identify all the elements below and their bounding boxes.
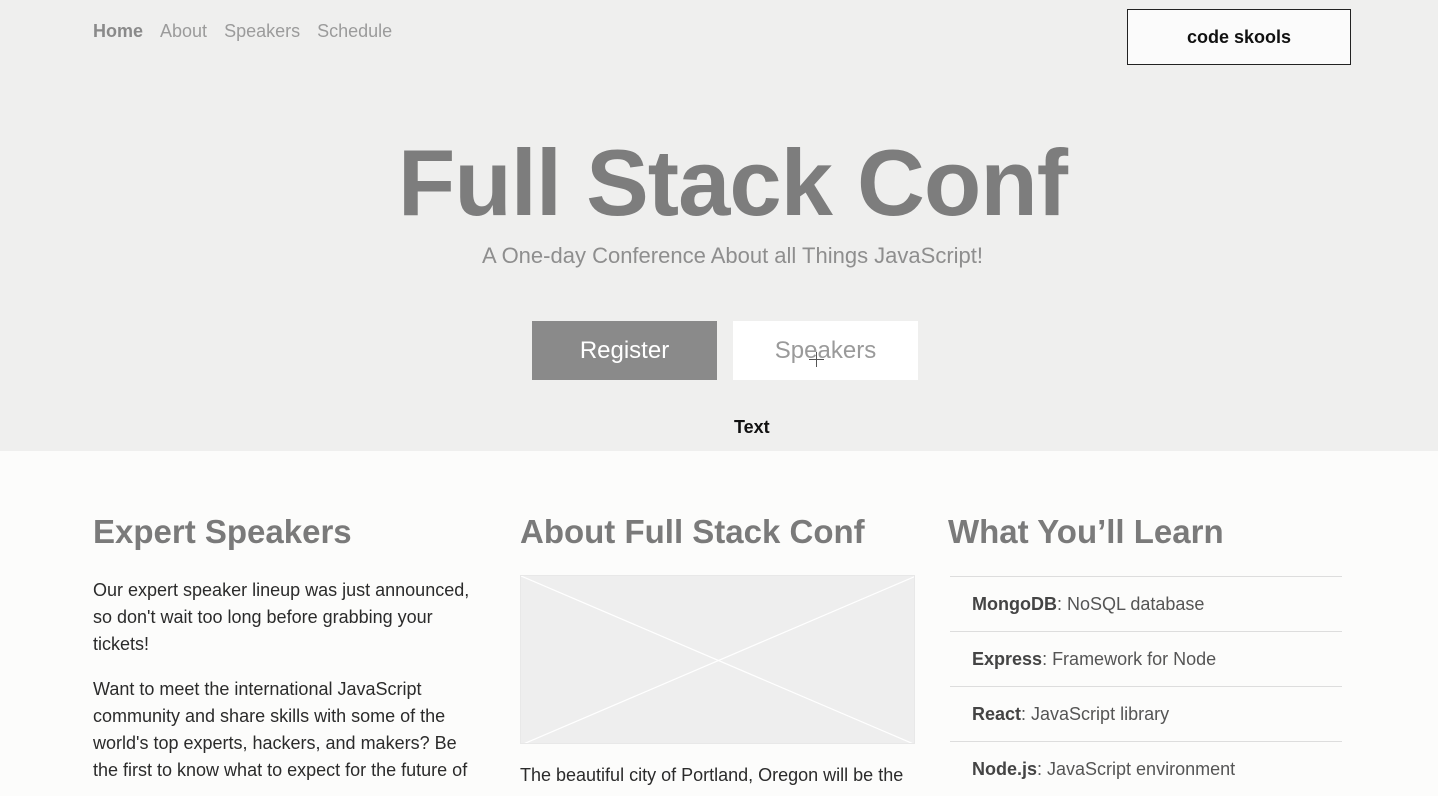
speakers-paragraph-2: Want to meet the international JavaScrip… (93, 679, 468, 780)
nav-schedule[interactable]: Schedule (317, 20, 392, 42)
list-item-desc: : JavaScript library (1021, 703, 1170, 724)
placeholder-cross-icon (521, 576, 914, 743)
list-item-desc: : Framework for Node (1042, 648, 1217, 669)
hero-text-placeholder: Text (734, 417, 770, 437)
learn-list: MongoDB: NoSQL database Express: Framewo… (950, 576, 1342, 796)
nav-home[interactable]: Home (93, 20, 143, 42)
list-item: MongoDB: NoSQL database (950, 576, 1342, 631)
cursor-crosshair-icon (809, 352, 824, 367)
learn-heading: What You’ll Learn (948, 513, 1224, 550)
about-heading: About Full Stack Conf (520, 513, 865, 550)
list-item-name: MongoDB (972, 593, 1057, 614)
expert-speakers-heading: Expert Speakers (93, 513, 352, 550)
speakers-button[interactable]: Speakers (733, 321, 918, 380)
about-column: About Full Stack Conf The beautiful city… (520, 512, 915, 789)
main-nav: Home About Speakers Schedule (93, 20, 409, 42)
list-item: Node.js: JavaScript environment (950, 741, 1342, 796)
list-item-name: Node.js (972, 758, 1038, 779)
learn-column: What You’ll Learn MongoDB: NoSQL databas… (948, 512, 1343, 796)
list-item-name: React (972, 703, 1022, 724)
list-item-name: Express (972, 648, 1043, 669)
list-item: Express: Framework for Node (950, 631, 1342, 686)
hero-title: Full Stack Conf (397, 130, 1068, 235)
list-item-desc: : NoSQL database (1056, 593, 1205, 614)
list-item: React: JavaScript library (950, 686, 1342, 741)
hero-section: Home About Speakers Schedule code skools… (0, 0, 1438, 451)
nav-about[interactable]: About (160, 20, 207, 42)
register-button[interactable]: Register (532, 321, 717, 380)
expert-speakers-column: Expert Speakers Our expert speaker lineu… (93, 512, 483, 784)
nav-speakers[interactable]: Speakers (224, 20, 300, 42)
brand-logo-box[interactable]: code skools (1127, 9, 1351, 65)
speakers-paragraph-1: Our expert speaker lineup was just annou… (93, 580, 470, 654)
hero-subtitle: A One-day Conference About all Things Ja… (482, 243, 983, 268)
list-item-desc: : JavaScript environment (1037, 758, 1236, 779)
image-placeholder (520, 575, 915, 744)
